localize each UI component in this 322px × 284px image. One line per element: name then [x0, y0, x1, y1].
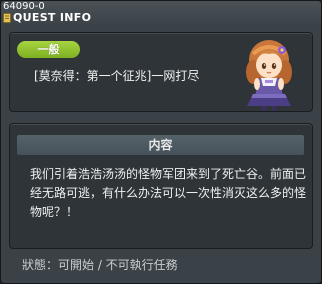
quest-status: 狀態：可開始 / 不可執行任務	[22, 258, 178, 272]
description-text: 我们引着浩浩汤汤的怪物军团来到了死亡谷。前面已经无路可逃，有什么办法可以一次性消…	[30, 167, 307, 219]
window-title: QUEST INFO	[13, 11, 92, 24]
quest-category-badge: 一般	[17, 41, 80, 58]
description-header: 内容	[17, 135, 304, 155]
quest-info-window: 64090-0 QUEST INFO 一般 [莫奈得：第一个征兆]一网打尽 内容…	[0, 0, 322, 284]
quest-name: [莫奈得：第一个征兆]一网打尽	[34, 69, 200, 83]
quest-scroll-icon	[3, 13, 11, 23]
npc-portrait-icon	[246, 40, 292, 111]
